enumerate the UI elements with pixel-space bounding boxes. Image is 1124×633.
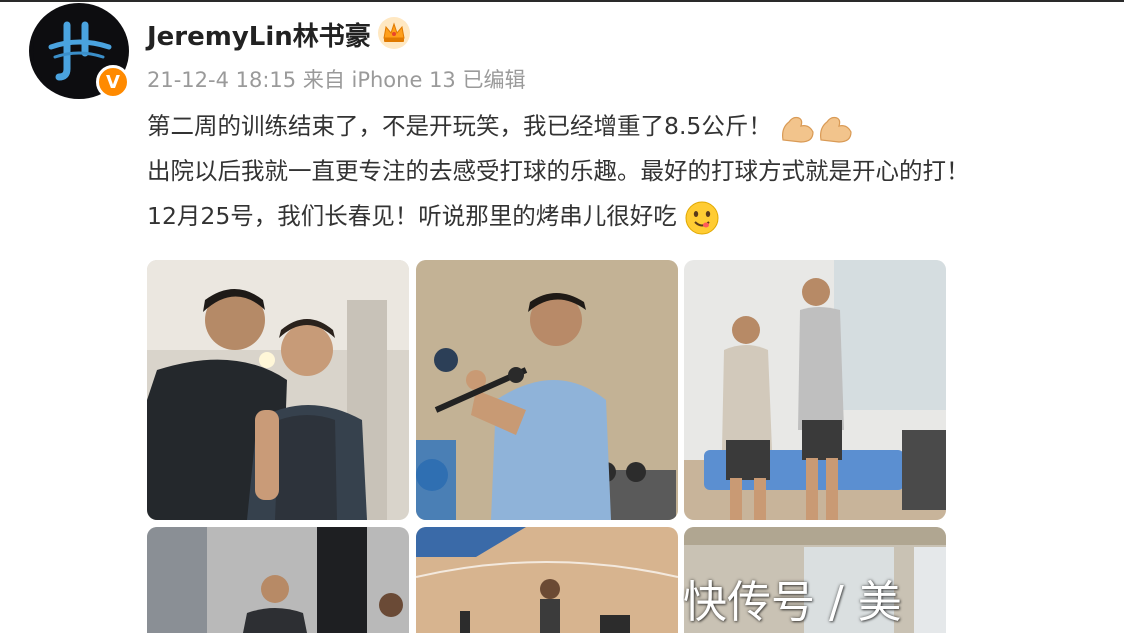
photo-3-image <box>684 260 946 520</box>
photo-2-image <box>416 260 678 520</box>
flexed-biceps-emoji <box>782 116 852 143</box>
photo-4-image <box>147 527 409 633</box>
photo-3[interactable] <box>684 260 946 520</box>
photo-5-image <box>416 527 678 633</box>
photo-4[interactable] <box>147 527 409 633</box>
post-line-3-text: 12月25号，我们长春见！听说那里的烤串儿很好吃 <box>147 202 677 230</box>
post-line-3: 12月25号，我们长春见！听说那里的烤串儿很好吃 <box>147 197 720 236</box>
verified-badge-label: V <box>106 71 120 93</box>
yum-face-emoji <box>685 201 719 234</box>
photo-1[interactable] <box>147 260 409 520</box>
crown-icon <box>378 17 410 49</box>
post-meta: 21-12-4 18:15 来自 iPhone 13 已编辑 <box>147 68 526 92</box>
username[interactable]: JeremyLin林书豪 <box>147 16 371 53</box>
photo-1-image <box>147 260 409 520</box>
post-line-2: 出院以后我就一直更专注的去感受打球的乐趣。最好的打球方式就是开心的打！ <box>147 157 970 185</box>
photo-2[interactable] <box>416 260 678 520</box>
post-line-1-text: 第二周的训练结束了，不是开玩笑，我已经增重了8.5公斤！ <box>147 112 772 140</box>
photo-5[interactable] <box>416 527 678 633</box>
verified-badge-icon: V <box>96 65 130 99</box>
top-border <box>0 0 1124 2</box>
post-line-1: 第二周的训练结束了，不是开玩笑，我已经增重了8.5公斤！ <box>147 107 855 146</box>
watermark-text: 快传号 / 美 <box>683 577 902 628</box>
